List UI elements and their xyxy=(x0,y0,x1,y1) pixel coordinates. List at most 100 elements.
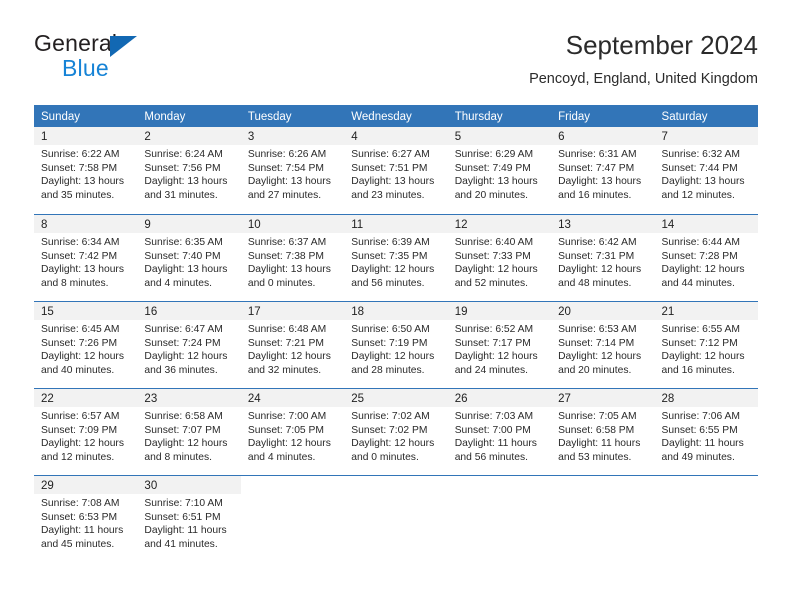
daylight-text-line2: and 49 minutes. xyxy=(661,451,735,463)
day-number: 30 xyxy=(144,480,158,492)
calendar-day-cell[interactable]: 26 Sunrise: 7:03 AM Sunset: 7:00 PM Dayligh… xyxy=(447,389,552,475)
daylight-text-line2: and 16 minutes. xyxy=(558,189,632,201)
day-number: 19 xyxy=(454,306,468,318)
sunrise-text: Sunrise: 6:40 AM xyxy=(454,237,534,248)
day-number: 22 xyxy=(41,393,54,405)
calendar-day-cell[interactable]: 5 Sunrise: 6:29 AM Sunset: 7:49 PM Daylight… xyxy=(447,127,552,214)
sunset-text: Sunset: 7:07 PM xyxy=(144,424,221,436)
day-number-band xyxy=(241,476,344,494)
calendar-day-cell[interactable]: 28 Sunrise: 7:06 AM Sunset: 6:55 PM Dayligh… xyxy=(654,389,758,475)
weekday-header-row: Sunday Monday Tuesday Wednesday Thursday… xyxy=(34,105,758,127)
daylight-text-line1: Daylight: 12 hours xyxy=(144,351,228,363)
sunrise-text: Sunrise: 7:08 AM xyxy=(41,498,120,509)
calendar-day-cell[interactable]: 29 Sunrise: 7:08 AM Sunset: 6:53 PM Dayligh… xyxy=(34,476,138,562)
daylight-text-line2: and 27 minutes. xyxy=(247,189,322,201)
logo-triangle-icon xyxy=(110,36,137,57)
sunrise-text: Sunrise: 6:44 AM xyxy=(661,237,740,248)
sunrise-text: Sunrise: 7:05 AM xyxy=(558,411,637,422)
daylight-text-line1: Daylight: 13 hours xyxy=(558,176,642,188)
day-number: 13 xyxy=(558,219,571,231)
daylight-text-line1: Daylight: 12 hours xyxy=(247,351,331,363)
calendar-day-cell[interactable]: 6 Sunrise: 6:31 AM Sunset: 7:47 PM Daylight… xyxy=(551,127,655,214)
day-sun-info: Sunrise: 6:47 AM Sunset: 7:24 PM Daylight:… xyxy=(137,320,240,377)
daylight-text-line1: Daylight: 12 hours xyxy=(144,438,228,450)
weekday-header-tuesday: Tuesday xyxy=(247,111,292,123)
day-number-band: 28 xyxy=(654,389,758,407)
sunset-text: Sunset: 7:35 PM xyxy=(351,250,428,262)
calendar-day-cell[interactable]: 18 Sunrise: 6:50 AM Sunset: 7:19 PM Dayligh… xyxy=(344,302,448,388)
sunrise-text: Sunrise: 6:32 AM xyxy=(661,149,740,160)
calendar-day-cell[interactable]: 30 Sunrise: 7:10 AM Sunset: 6:51 PM Dayligh… xyxy=(137,476,241,562)
page-header: General Blue September 2024 Pencoyd, Eng… xyxy=(34,28,758,98)
calendar-day-cell[interactable]: 9 Sunrise: 6:35 AM Sunset: 7:40 PM Daylight… xyxy=(137,215,241,301)
day-number: 1 xyxy=(41,131,48,143)
daylight-text-line2: and 44 minutes. xyxy=(661,277,735,289)
day-number-band xyxy=(551,476,654,494)
calendar-day-cell[interactable]: 20 Sunrise: 6:53 AM Sunset: 7:14 PM Dayligh… xyxy=(551,302,655,388)
day-number-band xyxy=(448,476,551,494)
day-number-band: 1 xyxy=(34,127,138,145)
sunrise-text: Sunrise: 6:26 AM xyxy=(247,149,327,160)
day-number-band: 5 xyxy=(447,127,552,145)
day-number: 27 xyxy=(558,393,571,405)
day-sun-info: Sunrise: 7:03 AM Sunset: 7:00 PM Daylight:… xyxy=(448,407,551,464)
sunset-text: Sunset: 7:05 PM xyxy=(247,424,324,436)
sunrise-text: Sunrise: 6:29 AM xyxy=(454,149,534,160)
daylight-text-line1: Daylight: 13 hours xyxy=(41,264,124,276)
calendar-day-cell[interactable]: 1 Sunrise: 6:22 AM Sunset: 7:58 PM Daylight… xyxy=(34,127,138,214)
daylight-text-line1: Daylight: 12 hours xyxy=(558,351,642,363)
day-number-band: 6 xyxy=(551,127,655,145)
sunset-text: Sunset: 7:17 PM xyxy=(454,337,531,349)
day-number-band: 3 xyxy=(240,127,345,145)
weekday-header-thursday: Thursday xyxy=(454,111,503,123)
day-sun-info: Sunrise: 7:08 AM Sunset: 6:53 PM Daylight:… xyxy=(34,494,137,551)
sunset-text: Sunset: 6:53 PM xyxy=(41,511,118,523)
day-sun-info: Sunrise: 6:29 AM Sunset: 7:49 PM Daylight:… xyxy=(448,145,551,202)
calendar-day-cell[interactable]: 10 Sunrise: 6:37 AM Sunset: 7:38 PM Dayligh… xyxy=(240,215,345,301)
sunset-text: Sunset: 7:14 PM xyxy=(558,337,635,349)
daylight-text-line2: and 28 minutes. xyxy=(351,364,425,376)
calendar-day-cell[interactable]: 16 Sunrise: 6:47 AM Sunset: 7:24 PM Dayligh… xyxy=(137,302,241,388)
calendar-day-cell[interactable]: 23 Sunrise: 6:58 AM Sunset: 7:07 PM Dayligh… xyxy=(137,389,241,475)
calendar-day-cell[interactable]: 19 Sunrise: 6:52 AM Sunset: 7:17 PM Dayligh… xyxy=(447,302,552,388)
daylight-text-line1: Daylight: 12 hours xyxy=(247,438,331,450)
calendar-day-cell[interactable]: 27 Sunrise: 7:05 AM Sunset: 6:58 PM Dayligh… xyxy=(551,389,655,475)
calendar-day-cell[interactable]: 15 Sunrise: 6:45 AM Sunset: 7:26 PM Dayligh… xyxy=(34,302,138,388)
calendar-day-cell[interactable]: 2 Sunrise: 6:24 AM Sunset: 7:56 PM Daylight… xyxy=(137,127,241,214)
day-sun-info: Sunrise: 6:35 AM Sunset: 7:40 PM Daylight:… xyxy=(137,233,240,290)
calendar-day-cell[interactable]: 24 Sunrise: 7:00 AM Sunset: 7:05 PM Dayligh… xyxy=(240,389,345,475)
daylight-text-line2: and 8 minutes. xyxy=(144,451,212,463)
calendar-day-cell[interactable]: 12 Sunrise: 6:40 AM Sunset: 7:33 PM Dayligh… xyxy=(447,215,552,301)
sunrise-text: Sunrise: 6:37 AM xyxy=(247,237,327,248)
sunrise-text: Sunrise: 6:34 AM xyxy=(41,237,120,248)
calendar-day-cell[interactable]: 17 Sunrise: 6:48 AM Sunset: 7:21 PM Dayligh… xyxy=(240,302,345,388)
sunrise-text: Sunrise: 6:48 AM xyxy=(247,324,327,335)
daylight-text-line2: and 8 minutes. xyxy=(41,277,109,289)
generalblue-logo[interactable]: General Blue xyxy=(34,30,214,88)
day-number: 12 xyxy=(454,219,468,231)
calendar-week-row: 8 Sunrise: 6:34 AM Sunset: 7:42 PM Daylight… xyxy=(34,214,758,301)
calendar-day-cell[interactable]: 4 Sunrise: 6:27 AM Sunset: 7:51 PM Daylight… xyxy=(344,127,448,214)
calendar-day-cell[interactable]: 13 Sunrise: 6:42 AM Sunset: 7:31 PM Dayligh… xyxy=(551,215,655,301)
day-number-band xyxy=(344,476,447,494)
daylight-text-line1: Daylight: 13 hours xyxy=(247,176,331,188)
calendar-day-cell[interactable]: 3 Sunrise: 6:26 AM Sunset: 7:54 PM Daylight… xyxy=(240,127,345,214)
calendar-day-cell[interactable]: 8 Sunrise: 6:34 AM Sunset: 7:42 PM Daylight… xyxy=(34,215,138,301)
day-sun-info: Sunrise: 6:22 AM Sunset: 7:58 PM Daylight:… xyxy=(34,145,137,202)
calendar-day-cell[interactable]: 25 Sunrise: 7:02 AM Sunset: 7:02 PM Dayligh… xyxy=(344,389,448,475)
day-number-band: 11 xyxy=(344,215,448,233)
day-number-band: 14 xyxy=(654,215,758,233)
calendar-day-cell[interactable]: 7 Sunrise: 6:32 AM Sunset: 7:44 PM Daylight… xyxy=(654,127,758,214)
daylight-text-line1: Daylight: 11 hours xyxy=(558,438,641,450)
day-sun-info: Sunrise: 6:44 AM Sunset: 7:28 PM Daylight:… xyxy=(655,233,758,290)
calendar-day-cell[interactable]: 22 Sunrise: 6:57 AM Sunset: 7:09 PM Dayligh… xyxy=(34,389,138,475)
daylight-text-line2: and 48 minutes. xyxy=(558,277,632,289)
calendar-day-cell[interactable]: 21 Sunrise: 6:55 AM Sunset: 7:12 PM Dayligh… xyxy=(654,302,758,388)
daylight-text-line2: and 53 minutes. xyxy=(558,451,632,463)
calendar-day-cell[interactable]: 14 Sunrise: 6:44 AM Sunset: 7:28 PM Dayligh… xyxy=(654,215,758,301)
day-number: 24 xyxy=(247,393,261,405)
daylight-text-line2: and 52 minutes. xyxy=(454,277,528,289)
daylight-text-line1: Daylight: 12 hours xyxy=(41,438,124,450)
calendar-day-cell[interactable]: 11 Sunrise: 6:39 AM Sunset: 7:35 PM Dayligh… xyxy=(344,215,448,301)
sunrise-text: Sunrise: 7:06 AM xyxy=(661,411,740,422)
